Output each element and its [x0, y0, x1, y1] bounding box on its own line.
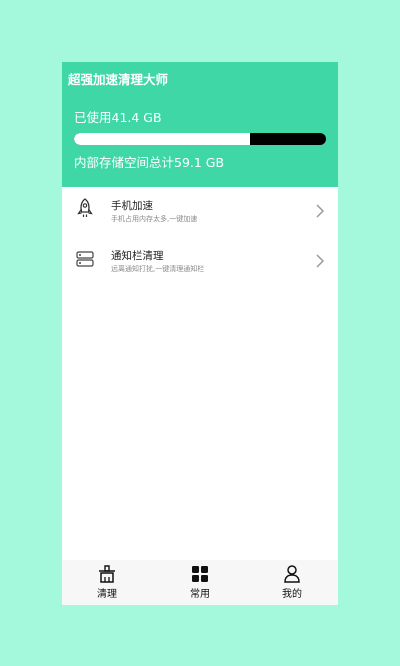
menu-item-phone-boost[interactable]: 手机加速 手机占用内存太多,一键加速: [62, 189, 338, 234]
tab-mine[interactable]: 我的: [262, 560, 322, 605]
menu-item-notification-clean[interactable]: 通知栏清理 远离通知打扰,一键清理通知栏: [62, 239, 338, 284]
user-icon: [284, 565, 300, 583]
notification-icon: [76, 251, 94, 267]
menu-item-subtitle: 手机占用内存太多,一键加速: [111, 215, 198, 223]
used-storage-text: 已使用41.4 GB: [74, 110, 162, 125]
app-screen: 超强加速清理大师 已使用41.4 GB 内部存储空间总计59.1 GB 手机加速…: [62, 62, 338, 605]
tab-label: 常用: [190, 589, 210, 600]
storage-progress-bar: [74, 133, 326, 145]
grid-icon: [192, 566, 208, 582]
app-title: 超强加速清理大师: [68, 72, 169, 87]
bottom-tab-bar: 清理 常用 我的: [62, 560, 338, 605]
total-storage-text: 内部存储空间总计59.1 GB: [74, 155, 225, 170]
chevron-right-icon: [316, 204, 325, 218]
chevron-right-icon: [316, 254, 325, 268]
storage-header: 超强加速清理大师 已使用41.4 GB 内部存储空间总计59.1 GB: [62, 62, 338, 187]
storage-progress-fill: [74, 133, 251, 145]
rocket-icon: [77, 198, 93, 217]
tab-label: 我的: [282, 589, 302, 600]
menu-item-title: 通知栏清理: [111, 250, 164, 262]
menu-item-title: 手机加速: [111, 200, 153, 212]
menu-item-subtitle: 远离通知打扰,一键清理通知栏: [111, 265, 205, 273]
tab-common[interactable]: 常用: [170, 560, 230, 605]
tab-label: 清理: [97, 589, 117, 600]
tab-clean[interactable]: 清理: [77, 560, 137, 605]
broom-icon: [99, 565, 115, 583]
